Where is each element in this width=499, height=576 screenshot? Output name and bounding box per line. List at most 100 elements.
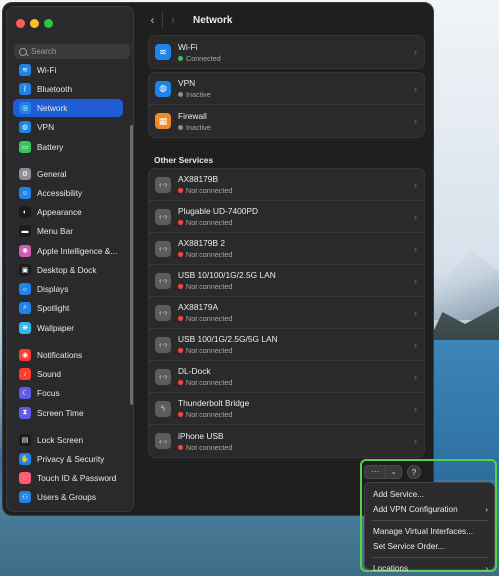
service-row-usb-100-1g-2-5g-5g-lan[interactable]: ‹·› USB 100/1G/2.5G/5G LAN Not connected › xyxy=(149,329,424,361)
status-dot xyxy=(178,92,183,97)
sidebar-item-appearance[interactable]: ◐ Appearance xyxy=(13,203,123,221)
action-popup-button[interactable]: ··· ⌄ xyxy=(364,465,402,479)
service-row-usb-10-100-1g-2-5g-lan[interactable]: ‹·› USB 10/100/1G/2.5G LAN Not connected › xyxy=(149,265,424,297)
service-status: Inactive xyxy=(178,123,211,132)
sidebar-item-label: VPN xyxy=(37,122,55,132)
sidebar-item-label: Screen Time xyxy=(37,408,84,418)
ethernet-icon: ‹·› xyxy=(155,368,171,385)
status-text: Not connected xyxy=(186,346,233,355)
chevron-right-icon: › xyxy=(414,371,417,382)
service-row-dl-dock[interactable]: ‹·› DL-Dock Not connected › xyxy=(149,361,424,393)
menu-item-label: Add Service... xyxy=(373,490,424,499)
network-icon: ◎ xyxy=(19,102,31,114)
chevron-right-icon: › xyxy=(414,116,417,126)
sidebar-item-menu-bar[interactable]: ▬ Menu Bar xyxy=(13,222,123,240)
menu-item-add-vpn-configuration[interactable]: Add VPN Configuration › xyxy=(365,502,494,517)
chevron-right-icon: › xyxy=(414,275,417,286)
sidebar-item-focus[interactable]: ☾ Focus xyxy=(13,384,123,402)
back-button[interactable]: ‹ xyxy=(143,11,163,29)
status-dot xyxy=(178,316,183,321)
service-name: DL-Dock xyxy=(178,366,211,376)
sidebar-scrollbar[interactable] xyxy=(130,125,133,405)
sidebar-item-touch-id-password[interactable]: ◌ Touch ID & Password xyxy=(13,469,123,487)
forward-button[interactable]: › xyxy=(163,11,183,29)
sidebar-item-label: Desktop & Dock xyxy=(37,265,97,275)
sidebar-item-battery[interactable]: ▭ Battery xyxy=(13,138,123,156)
sidebar-item-label: Lock Screen xyxy=(37,435,84,445)
sidebar-item-accessibility[interactable]: ☺ Accessibility xyxy=(13,184,123,202)
service-row-iphone-usb[interactable]: ‹·› iPhone USB Not connected › xyxy=(149,425,424,457)
chevron-right-icon: › xyxy=(485,505,488,514)
sidebar-item-wallpaper[interactable]: ❋ Wallpaper xyxy=(13,319,123,337)
chevron-down-icon: ⌄ xyxy=(390,469,397,476)
service-text: Firewall Inactive xyxy=(178,111,211,132)
ethernet-icon: ‹·› xyxy=(155,176,171,193)
service-row-plugable-ud-7400pd[interactable]: ‹·› Plugable UD-7400PD Not connected › xyxy=(149,201,424,233)
service-text: AX88179B Not connected xyxy=(178,174,232,195)
sidebar-item-label: Battery xyxy=(37,142,64,152)
menu-bar-icon: ▬ xyxy=(19,225,31,237)
service-row-ax88179b[interactable]: ‹·› AX88179B Not connected › xyxy=(149,169,424,201)
service-row-ax88179a[interactable]: ‹·› AX88179A Not connected › xyxy=(149,297,424,329)
sidebar-item-spotlight[interactable]: ⌕ Spotlight xyxy=(13,299,123,317)
sidebar-item-wi-fi[interactable]: ≋ Wi-Fi xyxy=(13,61,123,79)
sidebar-item-general[interactable]: ⚙ General xyxy=(13,165,123,183)
sidebar-item-apple-intelligence[interactable]: ✺ Apple Intelligence &... xyxy=(13,242,123,260)
chevron-right-icon: › xyxy=(414,83,417,94)
sidebar-item-sound[interactable]: ♪ Sound xyxy=(13,365,123,383)
service-text: VPN Inactive xyxy=(178,78,211,99)
sidebar-item-lock-screen[interactable]: ▤ Lock Screen xyxy=(13,431,123,449)
service-text: Wi-Fi Connected xyxy=(178,42,221,63)
sidebar-item-privacy-security[interactable]: ✋ Privacy & Security xyxy=(13,450,123,468)
service-text: AX88179A Not connected xyxy=(178,302,232,323)
menu-item-add-service[interactable]: Add Service... xyxy=(365,487,494,502)
zoom-window-button[interactable] xyxy=(44,19,53,28)
service-name: USB 10/100/1G/2.5G LAN xyxy=(178,270,276,280)
minimize-window-button[interactable] xyxy=(30,19,39,28)
status-text: Not connected xyxy=(186,186,233,195)
notifications-icon: ◉ xyxy=(19,349,31,361)
firewall-icon: ▦ xyxy=(155,113,171,129)
wifi-icon: ≋ xyxy=(19,64,31,76)
sidebar-item-label: Menu Bar xyxy=(37,226,73,236)
service-row-vpn[interactable]: ◍ VPN Inactive › xyxy=(149,73,424,105)
sidebar-item-screen-time[interactable]: ⧗ Screen Time xyxy=(13,404,123,422)
sidebar-item-label: Accessibility xyxy=(37,188,83,198)
service-status: Not connected xyxy=(178,314,232,323)
status-dot xyxy=(178,55,183,61)
status-text: Inactive xyxy=(186,90,211,99)
chevron-right-icon: › xyxy=(485,564,488,573)
sidebar-item-label: Privacy & Security xyxy=(37,454,105,464)
menu-item-set-service-order[interactable]: Set Service Order... xyxy=(365,539,494,554)
ethernet-icon: ‹·› xyxy=(155,433,171,449)
sidebar-item-vpn[interactable]: ◍ VPN xyxy=(13,118,123,136)
close-window-button[interactable] xyxy=(16,19,25,28)
toolbar: ‹ › Network xyxy=(143,11,232,29)
service-status: Not connected xyxy=(178,410,249,419)
help-button[interactable]: ? xyxy=(407,465,421,479)
chevron-right-icon: › xyxy=(171,13,175,27)
service-row-thunderbolt-bridge[interactable]: ϟ Thunderbolt Bridge Not connected › xyxy=(149,393,424,425)
vpn-icon: ◍ xyxy=(19,121,31,133)
status-text: Not connected xyxy=(186,314,233,323)
gear-icon: ⚙ xyxy=(19,168,31,180)
sidebar-item-bluetooth[interactable]: ᛒ Bluetooth xyxy=(13,80,123,98)
sidebar-item-label: Sound xyxy=(37,369,61,379)
status-dot xyxy=(178,220,183,225)
sidebar-item-notifications[interactable]: ◉ Notifications xyxy=(13,346,123,364)
users-groups-icon: ⚇ xyxy=(19,491,31,503)
touch-id-icon: ◌ xyxy=(19,472,31,484)
menu-item-label: Set Service Order... xyxy=(373,542,445,551)
menu-item-manage-virtual-interfaces[interactable]: Manage Virtual Interfaces... xyxy=(365,524,494,539)
sidebar-item-network[interactable]: ◎ Network xyxy=(13,99,123,117)
sidebar-item-users-groups[interactable]: ⚇ Users & Groups xyxy=(13,488,123,506)
chevron-right-icon: › xyxy=(414,339,417,350)
service-row-wi-fi[interactable]: ≋ Wi-Fi Connected › xyxy=(149,36,424,68)
service-row-firewall[interactable]: ▦ Firewall Inactive › xyxy=(149,105,424,137)
sidebar-item-desktop-dock[interactable]: ▣ Desktop & Dock xyxy=(13,261,123,279)
service-row-ax88179b-2[interactable]: ‹·› AX88179B 2 Not connected › xyxy=(149,233,424,265)
sidebar-item-displays[interactable]: ☼ Displays xyxy=(13,280,123,298)
service-text: DL-Dock Not connected xyxy=(178,366,232,387)
menu-item-locations[interactable]: Locations › xyxy=(365,561,494,576)
search-input[interactable]: Search xyxy=(14,44,130,59)
